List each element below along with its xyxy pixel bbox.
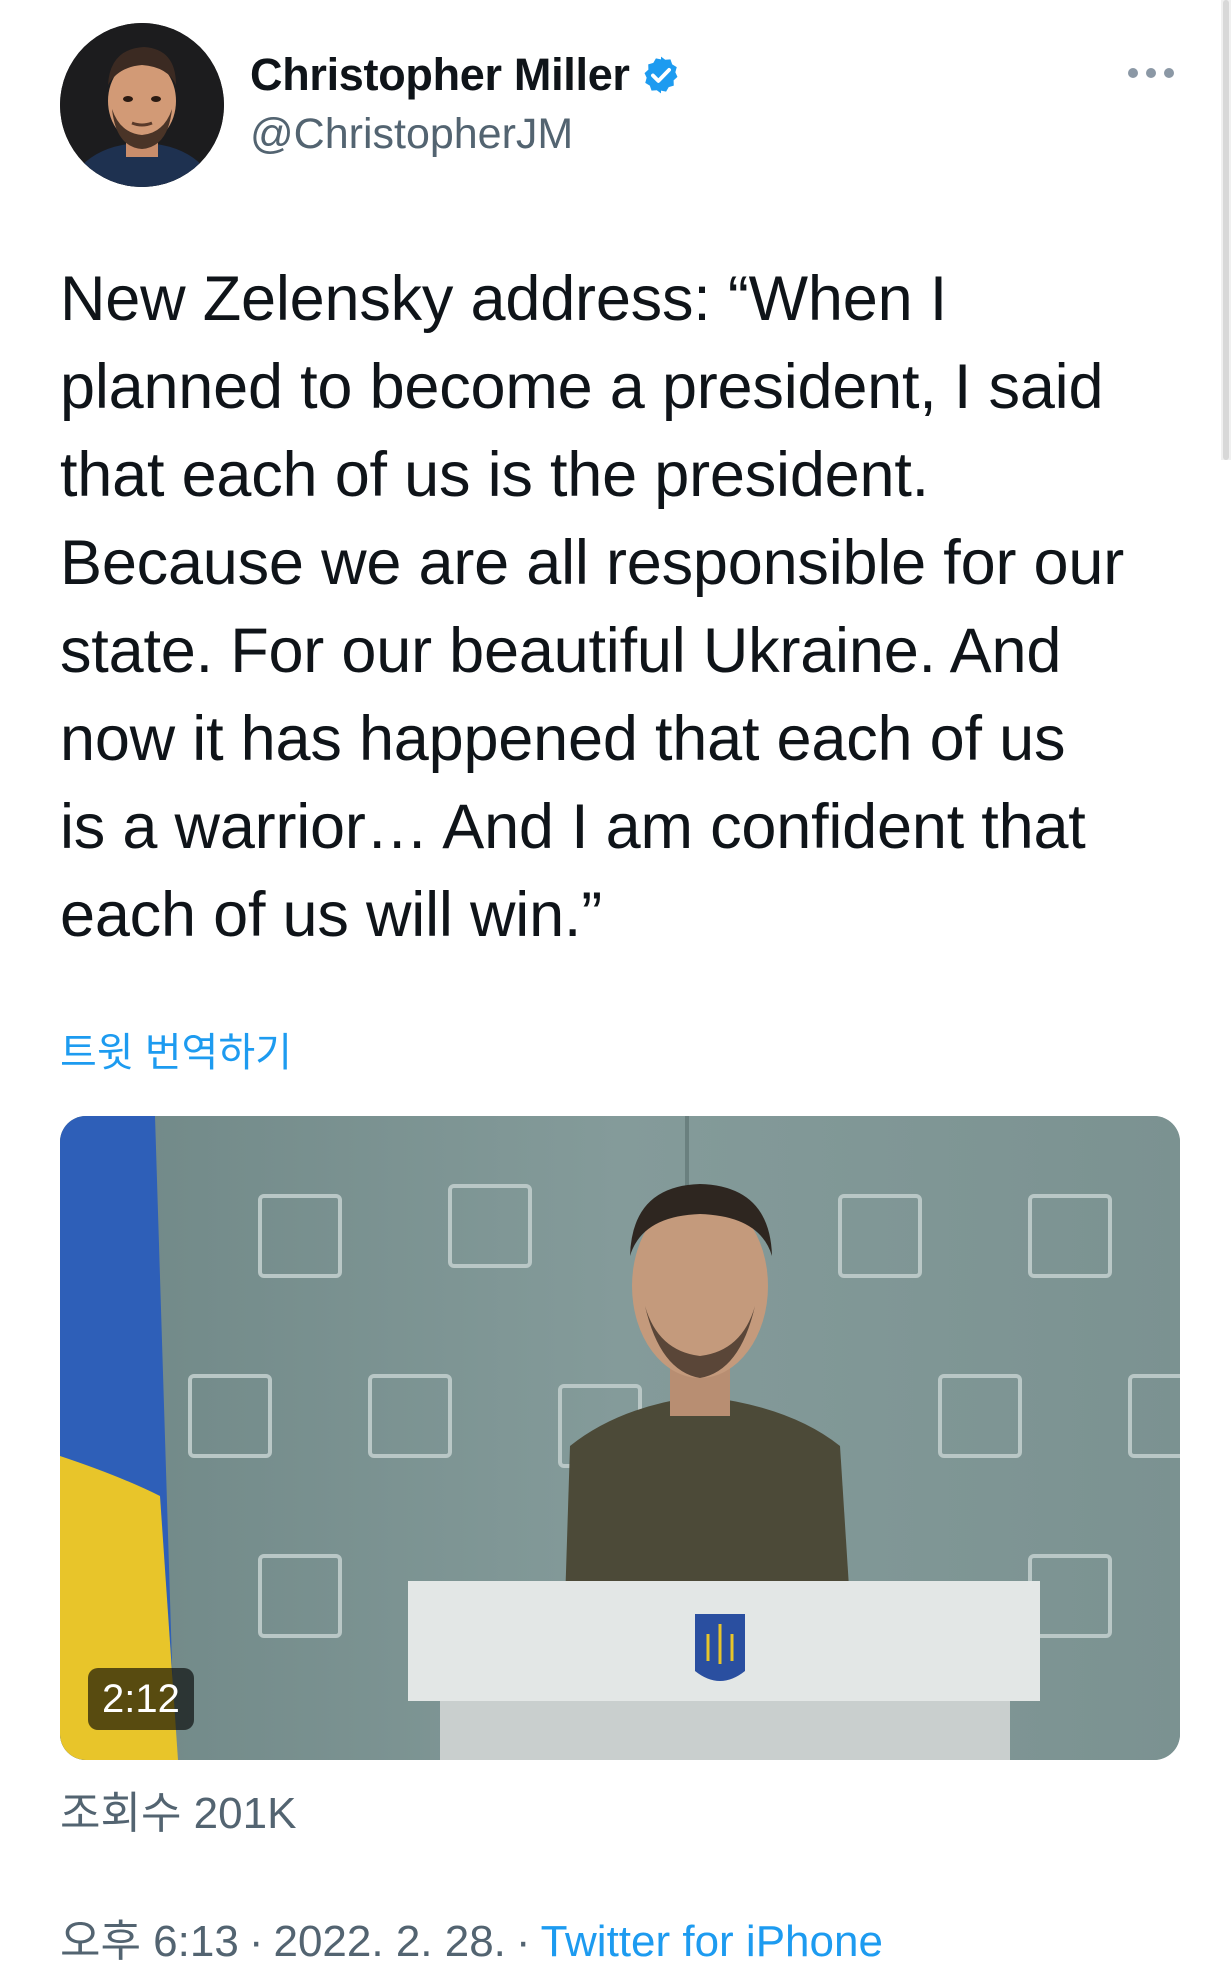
view-count: 조회수 201K <box>60 1789 297 1838</box>
tweet: Christopher Miller @ChristopherJM New Ze… <box>0 0 1231 1975</box>
tweet-date[interactable]: 2022. 2. 28. <box>273 1914 505 1970</box>
scrollbar[interactable] <box>1221 0 1231 460</box>
author-handle[interactable]: @ChristopherJM <box>250 106 682 162</box>
video-thumbnail <box>60 1116 1180 1760</box>
more-dot <box>1128 68 1138 78</box>
tweet-time[interactable]: 오후 6:13 <box>60 1914 239 1970</box>
more-dot <box>1164 68 1174 78</box>
meta-separator: · <box>248 1917 264 1966</box>
translate-tweet-link[interactable]: 트윗 번역하기 <box>60 1026 292 1080</box>
tweet-metadata: 오후 6:13 · 2022. 2. 28. · Twitter for iPh… <box>60 1914 883 1970</box>
video-duration: 2:12 <box>88 1668 194 1730</box>
meta-separator: · <box>515 1917 531 1966</box>
more-horizontal-icon[interactable] <box>1128 66 1174 80</box>
verified-badge-icon <box>640 54 682 96</box>
more-dot <box>1146 68 1156 78</box>
display-name-row: Christopher Miller <box>250 46 682 104</box>
scrollbar-thumb[interactable] <box>1223 0 1229 460</box>
author-avatar[interactable] <box>60 23 224 187</box>
video-player[interactable]: 2:12 <box>60 1116 1180 1760</box>
tweet-source-link[interactable]: Twitter for iPhone <box>541 1914 883 1970</box>
avatar-image <box>60 23 224 187</box>
author-display-name[interactable]: Christopher Miller <box>250 46 630 104</box>
author-header: Christopher Miller @ChristopherJM <box>250 46 682 162</box>
tweet-text: New Zelensky address: “When I planned to… <box>60 264 1124 950</box>
